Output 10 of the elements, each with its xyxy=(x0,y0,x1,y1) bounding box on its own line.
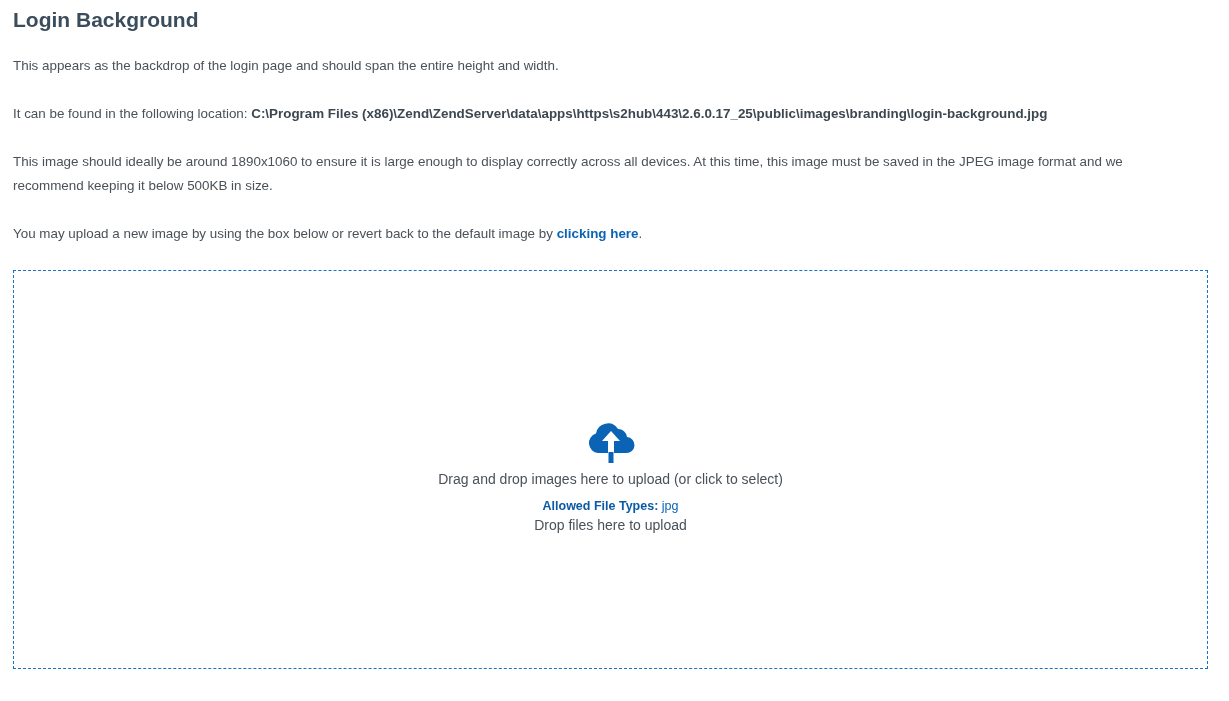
page-title: Login Background xyxy=(13,7,200,33)
dropzone-hint: Drop files here to upload xyxy=(534,515,687,535)
paragraph: It can be found in the following location: C:\Program Files (x86)\Zend\ZendServer\data\apps\https\s2hub\443\2.6.0.17_25\public\images\branding\login-background.jpg xyxy=(13,105,1049,123)
allowed-file-types: Allowed File Types: jpg xyxy=(542,497,679,515)
revert-link[interactable]: clicking here xyxy=(556,226,639,241)
upload-dropzone[interactable]: Drag and drop images here to upload (or click to select) Allowed File Types: jpg Drop files here to upload xyxy=(13,270,1208,669)
paragraph: You may upload a new image by using the box below or revert back to the default image by clicking here. xyxy=(13,225,644,243)
paragraph: This appears as the backdrop of the login page and should span the entire height and width. xyxy=(13,57,560,75)
dropzone-message: Drag and drop images here to upload (or click to select) xyxy=(438,469,783,489)
paragraph: This image should ideally be around 1890x1060 to ensure it is large enough to display correctly across all devices. At this time, this image must be saved in the JPEG image format and we recommend keeping it below 500KB in size. xyxy=(13,153,1124,195)
